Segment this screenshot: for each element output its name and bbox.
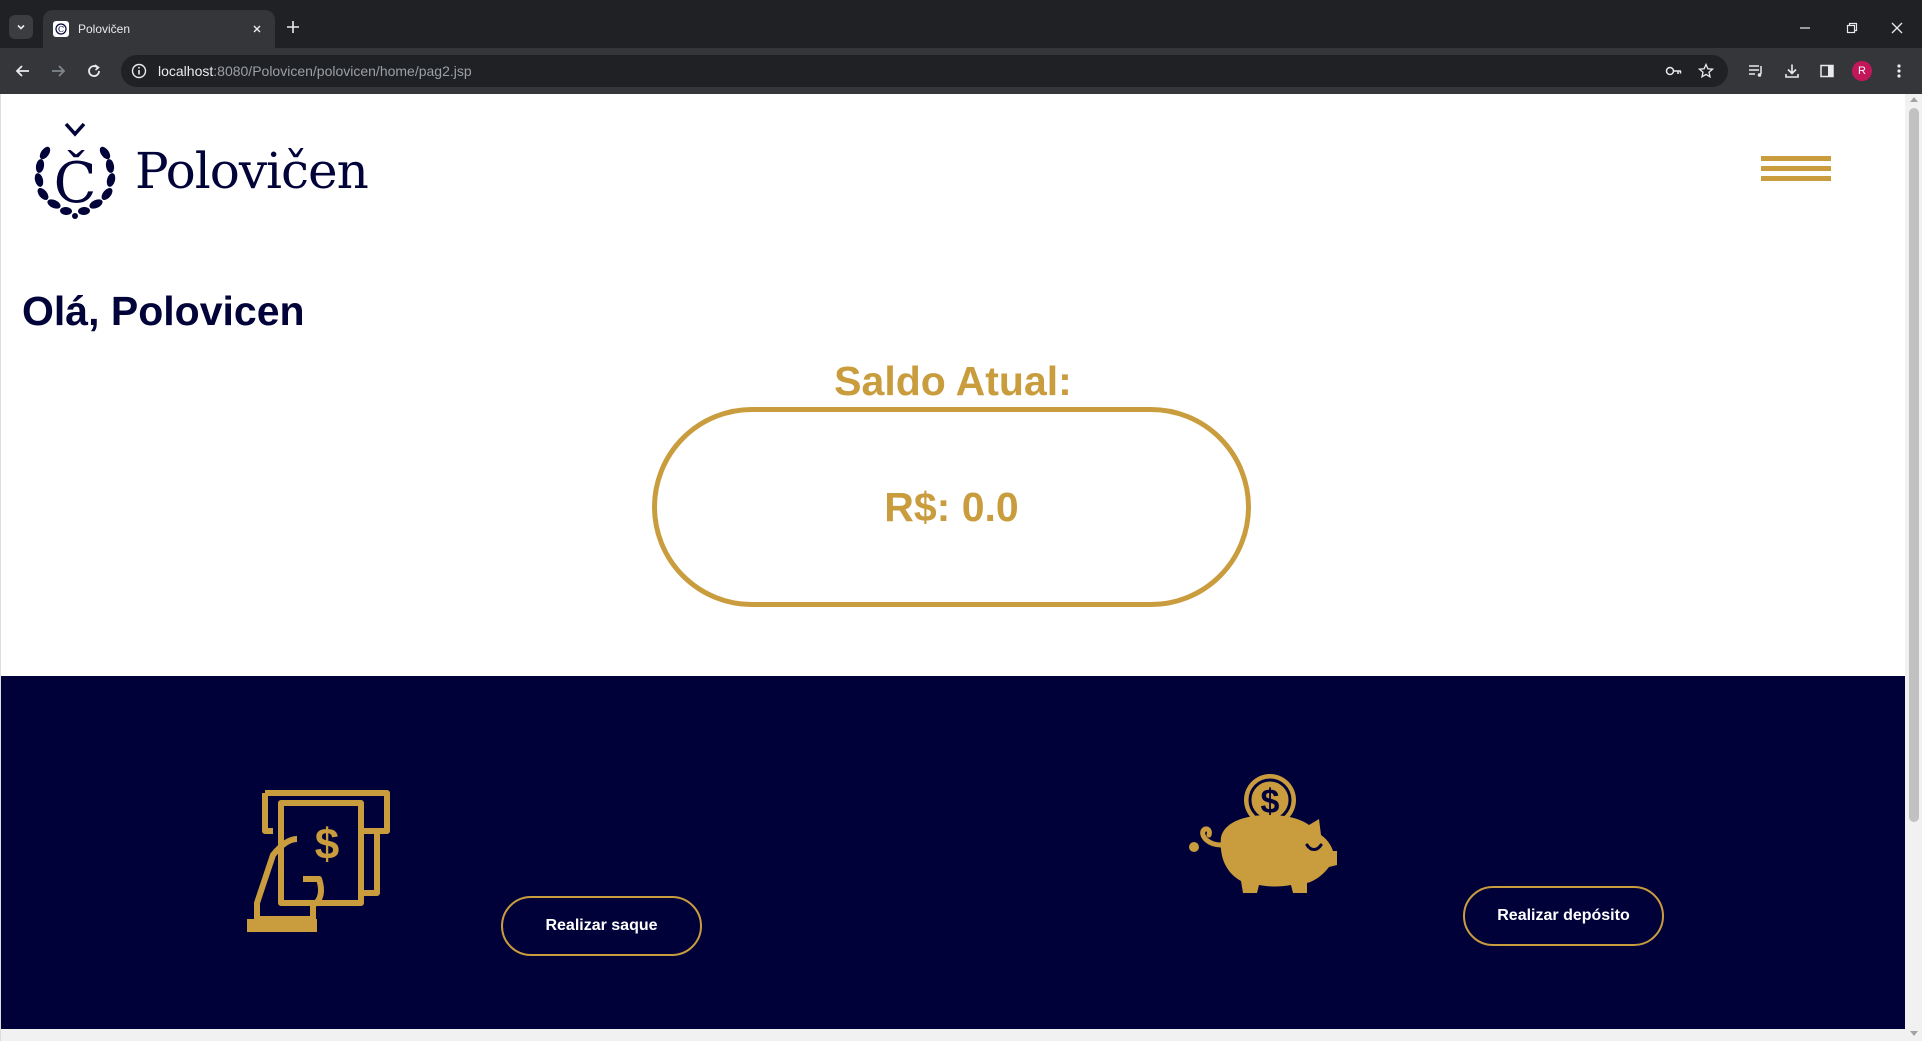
balance-box: R$: 0.0 bbox=[652, 407, 1251, 607]
tab-close-icon[interactable] bbox=[249, 21, 265, 37]
scroll-down-arrow-icon[interactable] bbox=[1910, 1031, 1918, 1036]
password-key-icon[interactable] bbox=[1664, 61, 1684, 81]
chevron-down-icon bbox=[17, 24, 25, 30]
svg-text:C: C bbox=[58, 25, 64, 34]
menu-dots-icon[interactable] bbox=[1886, 58, 1912, 84]
svg-text:$: $ bbox=[315, 820, 339, 869]
restore-icon[interactable] bbox=[1837, 14, 1867, 42]
browser-tab[interactable]: C Polovičen bbox=[43, 10, 275, 48]
tab-search-button[interactable] bbox=[9, 15, 33, 39]
forward-arrow-icon[interactable] bbox=[45, 58, 71, 84]
greeting-heading: Olá, Polovicen bbox=[22, 288, 305, 334]
vertical-scrollbar[interactable] bbox=[1905, 94, 1922, 1041]
hamburger-menu-icon[interactable] bbox=[1761, 156, 1831, 188]
scroll-up-arrow-icon[interactable] bbox=[1910, 97, 1918, 102]
reload-icon[interactable] bbox=[81, 58, 107, 84]
download-icon[interactable] bbox=[1779, 58, 1805, 84]
minimize-icon[interactable] bbox=[1790, 14, 1820, 42]
site-info-icon[interactable] bbox=[131, 63, 147, 79]
laurel-logo-icon: Č bbox=[34, 122, 116, 219]
browser-titlebar: C Polovičen bbox=[0, 0, 1922, 48]
svg-text:Č: Č bbox=[54, 149, 97, 216]
browser-toolbar: localhost:8080/Polovicen/polovicen/home/… bbox=[0, 48, 1922, 94]
side-panel-icon[interactable] bbox=[1814, 58, 1840, 84]
tab-title: Polovičen bbox=[78, 22, 131, 36]
site-logo[interactable]: Č Polovičen bbox=[33, 122, 369, 220]
piggy-bank-icon: $ bbox=[1189, 774, 1337, 893]
url-text: localhost:8080/Polovicen/polovicen/home/… bbox=[158, 63, 472, 79]
favicon-icon: C bbox=[53, 21, 69, 37]
address-bar[interactable]: localhost:8080/Polovicen/polovicen/home/… bbox=[121, 55, 1728, 87]
deposit-button[interactable]: Realizar depósito bbox=[1463, 886, 1664, 946]
new-tab-icon[interactable] bbox=[283, 17, 303, 37]
bookmark-star-icon[interactable] bbox=[1696, 61, 1716, 81]
close-window-icon[interactable] bbox=[1882, 14, 1912, 42]
balance-value: R$: 0.0 bbox=[884, 483, 1019, 530]
profile-avatar[interactable]: R bbox=[1852, 61, 1872, 81]
media-queue-icon[interactable] bbox=[1743, 58, 1769, 84]
logo-text: Polovičen bbox=[135, 142, 369, 200]
scrollbar-thumb[interactable] bbox=[1909, 108, 1919, 822]
page-viewport: Č Polovičen Olá, Polovicen Saldo Atual: … bbox=[0, 94, 1922, 1041]
actions-panel: $ Realizar saque $ Realizar depósito bbox=[1, 676, 1905, 1029]
balance-label: Saldo Atual: bbox=[834, 358, 1072, 404]
back-arrow-icon[interactable] bbox=[10, 58, 36, 84]
atm-withdraw-icon: $ bbox=[247, 790, 390, 932]
withdraw-button[interactable]: Realizar saque bbox=[501, 896, 702, 956]
horizontal-scrollbar[interactable] bbox=[1, 1029, 1905, 1041]
